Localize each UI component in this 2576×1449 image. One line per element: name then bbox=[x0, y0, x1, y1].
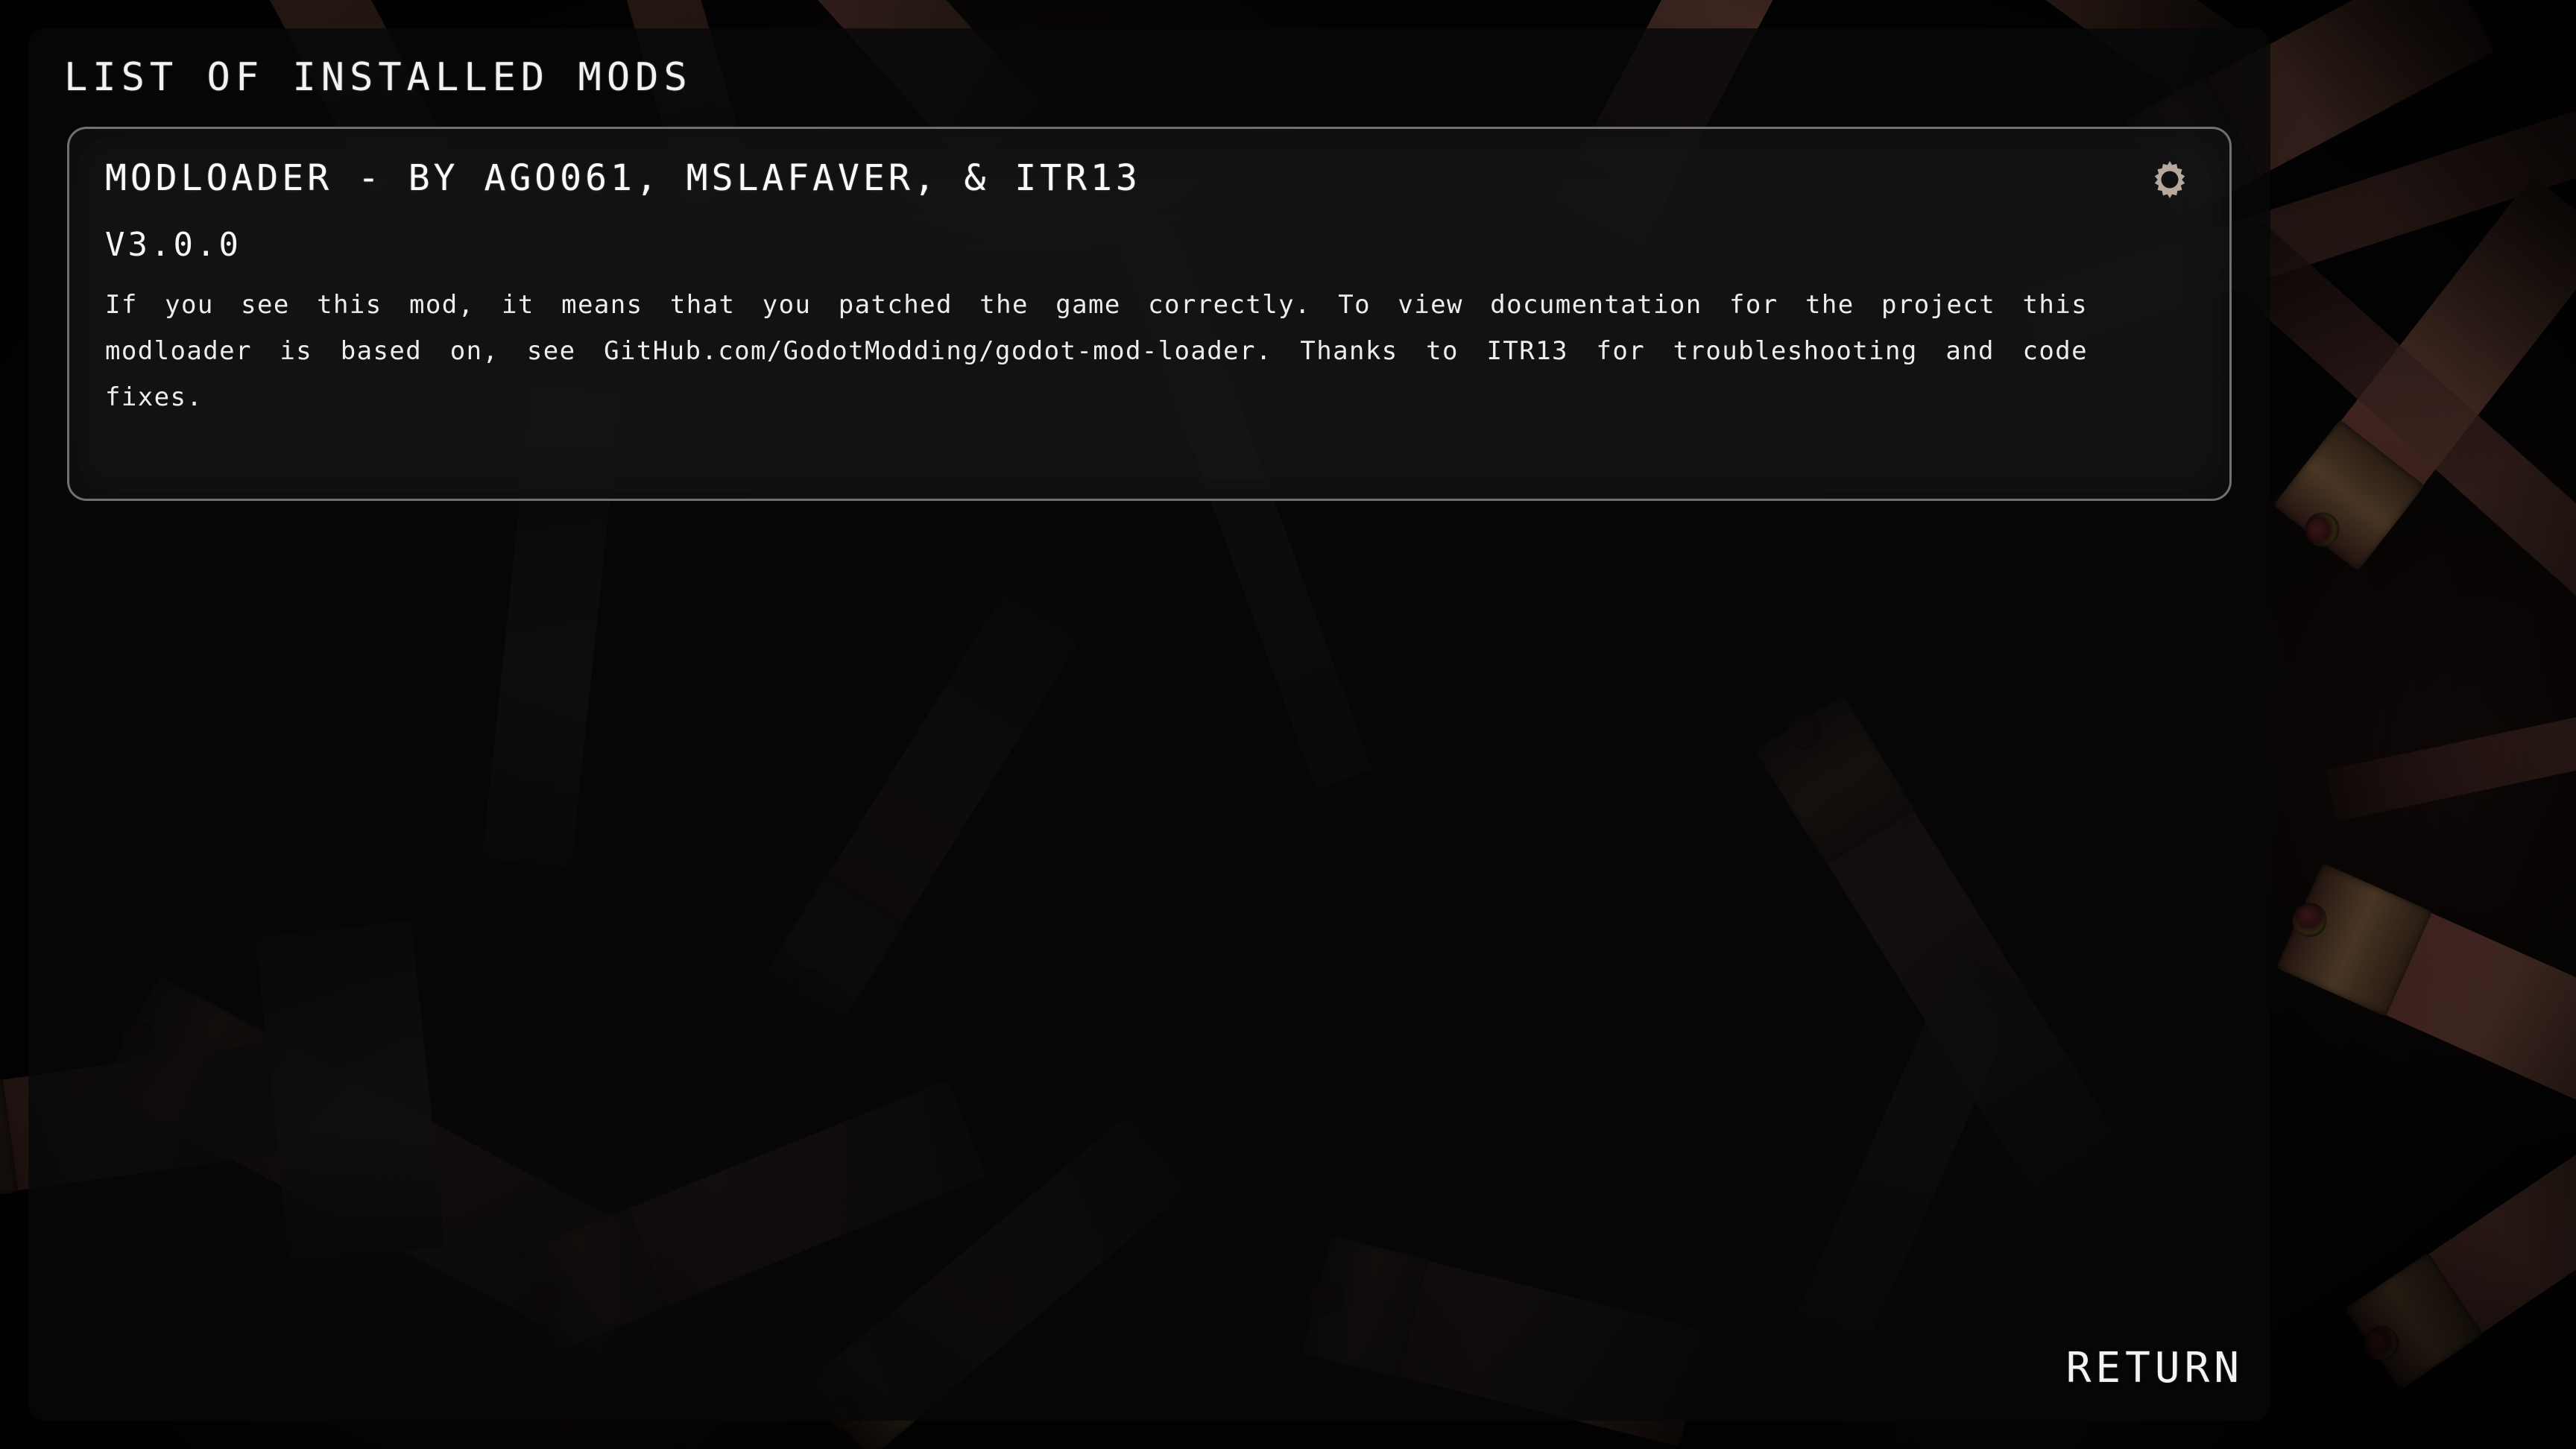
return-button[interactable]: RETURN bbox=[2056, 1339, 2254, 1397]
mod-name-label: MODLOADER - BY AGO061, MSLAFAVER, & ITR1… bbox=[105, 157, 1141, 199]
gear-icon bbox=[2147, 159, 2192, 203]
mod-description-text: If you see this mod, it means that you p… bbox=[105, 290, 2088, 412]
mod-entry-card[interactable]: MODLOADER - BY AGO061, MSLAFAVER, & ITR1… bbox=[67, 127, 2232, 501]
mod-list-panel: LIST OF INSTALLED MODS MODLOADER - BY AG… bbox=[28, 28, 2270, 1421]
mod-config-button[interactable] bbox=[2141, 153, 2198, 209]
page-title: LIST OF INSTALLED MODS bbox=[64, 55, 692, 100]
mod-version-label: V3.0.0 bbox=[105, 226, 242, 264]
